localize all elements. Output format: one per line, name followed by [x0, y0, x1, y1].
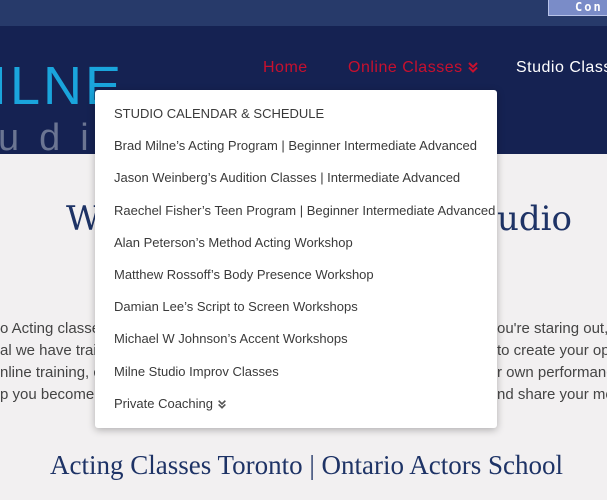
text-line: ou're staring out, c	[497, 320, 607, 337]
menu-item-damian-lee-script[interactable]: Damian Lee’s Script to Screen Workshops	[95, 291, 497, 323]
text-line: o Acting classes	[0, 320, 108, 337]
menu-item-jason-weinberg-audition[interactable]: Jason Weinberg’s Audition Classes | Inte…	[95, 162, 497, 194]
menu-item-michael-johnson-accent[interactable]: Michael W Johnson’s Accent Workshops	[95, 323, 497, 355]
double-chevron-down-icon	[218, 399, 226, 409]
private-coaching-label: Private Coaching	[114, 395, 213, 411]
nav-studio-classes[interactable]: Studio Class	[516, 59, 607, 77]
menu-item-brad-milne-program[interactable]: Brad Milne’s Acting Program | Beginner I…	[95, 130, 497, 162]
text-line: r own performanc	[497, 364, 607, 381]
top-bar: Con	[0, 0, 607, 26]
double-chevron-down-icon	[467, 62, 478, 73]
text-line: p you become	[0, 386, 95, 403]
menu-item-matthew-rossoff-body[interactable]: Matthew Rossoff’s Body Presence Workshop	[95, 259, 497, 291]
logo-subtitle: udi	[0, 117, 109, 154]
menu-item-milne-improv[interactable]: Milne Studio Improv Classes	[95, 356, 497, 388]
text-line: nline training, c	[0, 364, 101, 381]
page-heading-right: udio	[497, 199, 573, 239]
text-line: to create your op	[497, 342, 607, 359]
intro-text-left: o Acting classes al we have trai nline t…	[0, 318, 108, 406]
contact-button[interactable]: Con	[548, 0, 607, 16]
intro-text-right: ou're staring out, c to create your op r…	[497, 318, 607, 406]
menu-item-alan-peterson-method[interactable]: Alan Peterson’s Method Acting Workshop	[95, 227, 497, 259]
menu-item-private-coaching[interactable]: Private Coaching	[95, 388, 497, 420]
nav-online-classes-label: Online Classes	[348, 59, 463, 76]
section-heading: Acting Classes Toronto | Ontario Actors …	[50, 450, 563, 480]
online-classes-dropdown-menu: STUDIO CALENDAR & SCHEDULE Brad Milne’s …	[95, 90, 497, 428]
text-line: al we have trai	[0, 342, 97, 359]
nav-online-classes[interactable]: Online Classes	[348, 59, 479, 77]
text-line: nd share your mo	[497, 386, 607, 403]
menu-item-raechel-fisher-teen[interactable]: Raechel Fisher’s Teen Program | Beginner…	[95, 195, 497, 227]
nav-home[interactable]: Home	[263, 59, 308, 77]
menu-item-studio-calendar[interactable]: STUDIO CALENDAR & SCHEDULE	[95, 98, 497, 130]
